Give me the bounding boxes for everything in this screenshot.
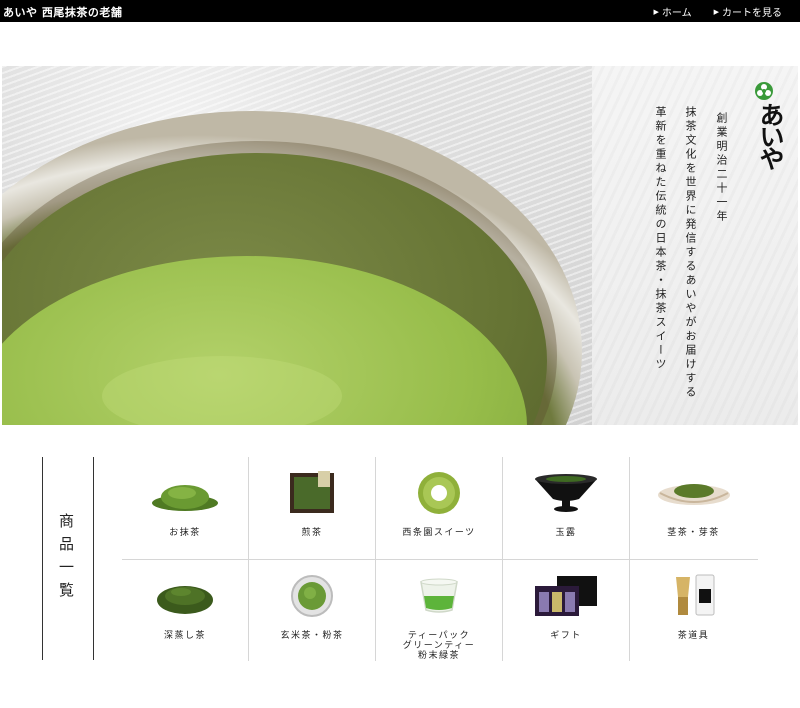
gift-box-icon bbox=[526, 572, 606, 620]
fukamushi-leaves-icon bbox=[145, 572, 225, 620]
green-tea-glass-icon bbox=[399, 572, 479, 620]
product-label: 茎茶・芽茶 bbox=[667, 528, 720, 538]
matcha-bowl-photo bbox=[2, 66, 592, 425]
product-label: お抹茶 bbox=[169, 528, 201, 538]
hero-text-panel: あいや 創業明治二十一年 抹茶文化を世界に発信するあいやがお届けする 革新を重ね… bbox=[592, 66, 798, 425]
product-sweets[interactable]: 西条園スイーツ bbox=[376, 457, 503, 559]
top-nav: ▶ ホーム ▶ カートを見る bbox=[653, 4, 782, 20]
product-gyokuro[interactable]: 玉露 bbox=[503, 457, 630, 559]
tea-utensils-icon bbox=[654, 572, 734, 620]
hero-line-mission: 抹茶文化を世界に発信するあいやがお届けする bbox=[684, 106, 697, 400]
hero-line-tagline: 革新を重ねた伝統の日本茶・抹茶スイーツ bbox=[654, 106, 667, 372]
product-grid: お抹茶 煎茶 西条園スイーツ 玉露 茎茶・芽茶 深蒸し茶 玄米茶・粉茶 ティーパ… bbox=[122, 457, 758, 661]
product-kukicha[interactable]: 茎茶・芽茶 bbox=[630, 457, 757, 559]
product-genmaicha[interactable]: 玄米茶・粉茶 bbox=[249, 560, 376, 661]
product-teabag[interactable]: ティーパック グリーンティー 粉末緑茶 bbox=[376, 560, 503, 661]
baumkuchen-icon bbox=[399, 469, 479, 517]
nav-cart-link[interactable]: ▶ カートを見る bbox=[713, 4, 782, 20]
product-fukamushi[interactable]: 深蒸し茶 bbox=[122, 560, 249, 661]
hero-line-founded: 創業明治二十一年 bbox=[715, 112, 728, 224]
product-label: 深蒸し茶 bbox=[163, 631, 206, 641]
section-title: 商品一覧 bbox=[57, 513, 75, 605]
product-row: お抹茶 煎茶 西条園スイーツ 玉露 茎茶・芽茶 bbox=[122, 457, 758, 559]
product-gift[interactable]: ギフト bbox=[503, 560, 630, 661]
brand-title[interactable]: あいや 西尾抹茶の老舗 bbox=[3, 4, 122, 20]
triangle-right-icon: ▶ bbox=[713, 7, 719, 16]
triangle-right-icon: ▶ bbox=[653, 7, 659, 16]
hero-banner: あいや 創業明治二十一年 抹茶文化を世界に発信するあいやがお届けする 革新を重ね… bbox=[2, 66, 798, 425]
nav-home-label: ホーム bbox=[661, 8, 692, 19]
product-label: ティーパック グリーンティー 粉末緑茶 bbox=[376, 631, 502, 662]
product-sencha[interactable]: 煎茶 bbox=[249, 457, 376, 559]
section-divider bbox=[42, 457, 43, 660]
product-label-line: ティーパック bbox=[407, 631, 471, 641]
nav-cart-label: カートを見る bbox=[722, 8, 782, 19]
product-label: ギフト bbox=[550, 631, 582, 641]
product-label-line: 粉末緑茶 bbox=[417, 650, 460, 661]
crest-icon bbox=[755, 82, 773, 100]
section-divider bbox=[93, 457, 94, 660]
top-bar: あいや 西尾抹茶の老舗 ▶ ホーム ▶ カートを見る bbox=[0, 0, 800, 22]
matcha-powder-icon bbox=[145, 469, 225, 517]
product-label: 玉露 bbox=[555, 528, 577, 538]
nav-home-link[interactable]: ▶ ホーム bbox=[653, 4, 692, 20]
genmaicha-bowl-icon bbox=[272, 572, 352, 620]
product-label: 玄米茶・粉茶 bbox=[280, 631, 344, 641]
gyokuro-bowl-icon bbox=[526, 469, 606, 517]
product-label: 煎茶 bbox=[301, 528, 323, 538]
sencha-box-icon bbox=[272, 469, 352, 517]
product-label: 茶道具 bbox=[677, 631, 710, 641]
product-matcha[interactable]: お抹茶 bbox=[122, 457, 249, 559]
product-label: 西条園スイーツ bbox=[402, 528, 476, 538]
product-row: 深蒸し茶 玄米茶・粉茶 ティーパック グリーンティー 粉末緑茶 ギフト 茶道具 bbox=[122, 559, 758, 661]
kukicha-plate-icon bbox=[654, 469, 734, 517]
product-utensils[interactable]: 茶道具 bbox=[630, 560, 757, 661]
products-section: 商品一覧 お抹茶 煎茶 西条園スイーツ 玉露 茎茶・芽茶 深蒸し茶 玄米茶・粉茶… bbox=[0, 425, 800, 708]
logo-text: あいや bbox=[756, 102, 785, 168]
